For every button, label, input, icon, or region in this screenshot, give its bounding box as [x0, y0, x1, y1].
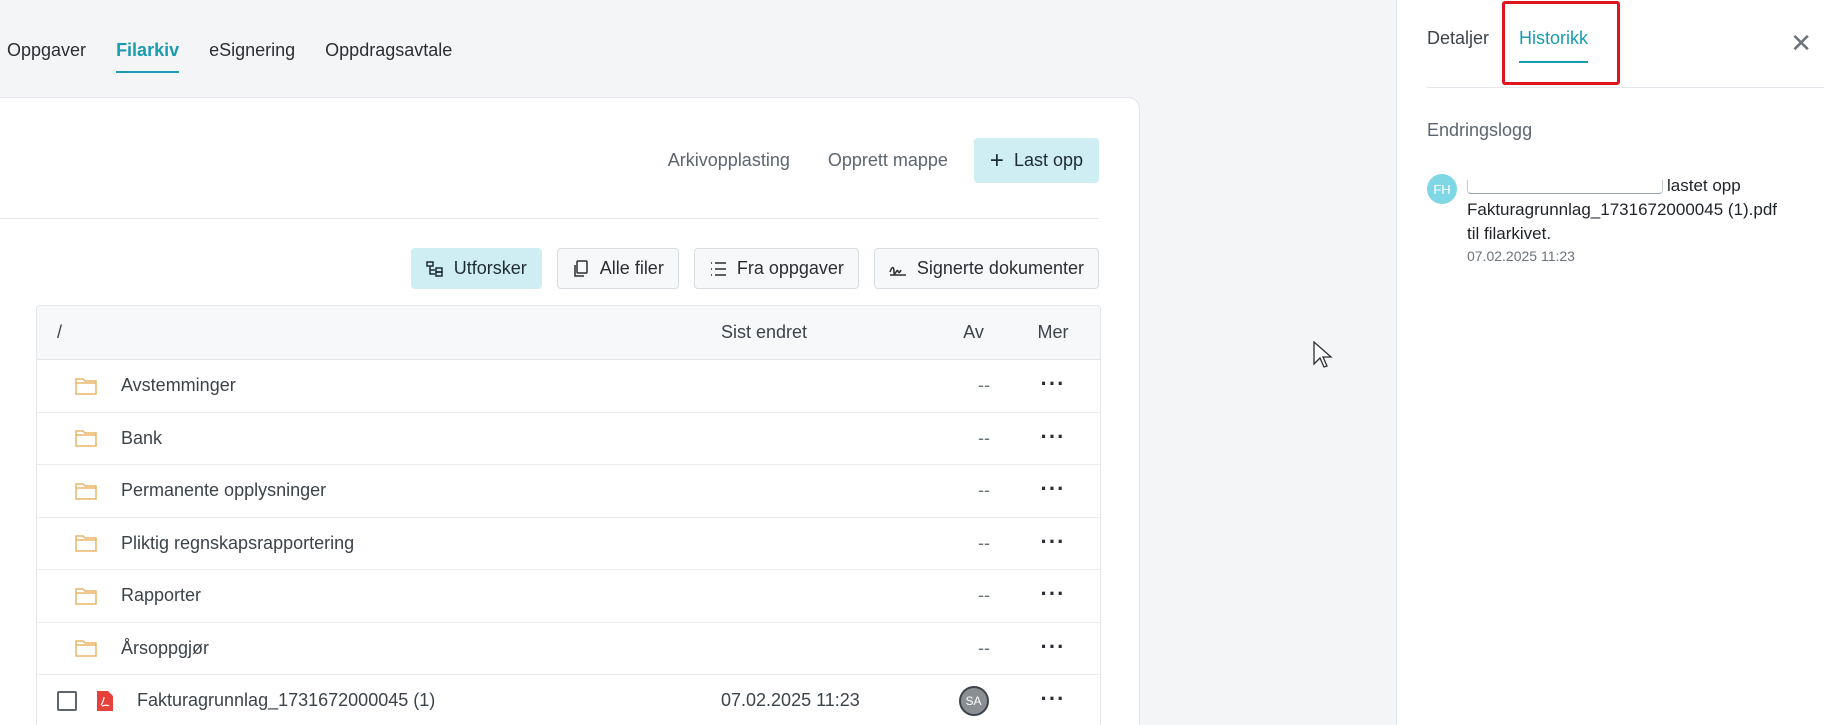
- explorer-icon: [426, 260, 443, 277]
- more-options-icon[interactable]: ···: [1041, 581, 1066, 606]
- folder-name[interactable]: Avstemminger: [121, 375, 236, 396]
- from-tasks-view-button[interactable]: Fra oppgaver: [693, 248, 859, 289]
- folder-icon: [75, 378, 97, 395]
- divider: [0, 218, 1099, 219]
- folder-owner: --: [978, 637, 990, 658]
- tab-oppdragsavtale[interactable]: Oppdragsavtale: [325, 40, 452, 73]
- folder-icon: [75, 430, 97, 447]
- modified-header[interactable]: Sist endret: [721, 322, 941, 343]
- copy-files-icon: [574, 259, 588, 277]
- list-icon: [710, 261, 726, 276]
- folder-owner: --: [978, 375, 990, 396]
- folder-owner: --: [978, 532, 990, 553]
- explorer-view-button[interactable]: Utforsker: [410, 248, 542, 289]
- create-folder-button[interactable]: Opprett mappe: [816, 138, 960, 183]
- changelog-filename[interactable]: Fakturagrunnlag_1731672000045 (1).pdf: [1467, 200, 1777, 219]
- more-options-icon[interactable]: ···: [1041, 686, 1066, 711]
- history-side-panel: Detaljer Historikk ✕ Endringslogg FH las…: [1396, 0, 1824, 725]
- table-row[interactable]: Bank -- ···: [37, 413, 1100, 465]
- folder-icon: [75, 483, 97, 500]
- tab-details[interactable]: Detaljer: [1427, 28, 1489, 63]
- signature-icon: [889, 266, 906, 276]
- more-options-icon[interactable]: ···: [1041, 529, 1066, 554]
- view-switcher: Utforsker Alle filer Fra oppgaver Signer…: [410, 248, 1099, 289]
- all-files-view-button[interactable]: Alle filer: [556, 248, 679, 289]
- folder-owner: --: [978, 427, 990, 448]
- row-checkbox[interactable]: [57, 690, 77, 711]
- folder-name[interactable]: Bank: [121, 428, 162, 449]
- more-header: Mer: [1037, 322, 1069, 342]
- more-options-icon[interactable]: ···: [1041, 634, 1066, 659]
- tab-esignering[interactable]: eSignering: [209, 40, 295, 73]
- folder-name[interactable]: Årsoppgjør: [121, 638, 209, 659]
- changelog-suffix: til filarkivet.: [1467, 224, 1552, 243]
- avatar: FH: [1427, 174, 1457, 204]
- changelog-entry: FH lastet opp Fakturagrunnlag_1731672000…: [1427, 174, 1807, 264]
- table-row[interactable]: Rapporter -- ···: [37, 570, 1100, 623]
- from-tasks-view-label: Fra oppgaver: [736, 258, 844, 278]
- changelog-title: Endringslogg: [1427, 120, 1533, 140]
- file-table: / Sist endret Av Mer Avstemminger -- ···…: [36, 305, 1101, 725]
- more-options-icon[interactable]: ···: [1041, 371, 1066, 396]
- folder-name[interactable]: Rapporter: [121, 585, 201, 606]
- archive-upload-button[interactable]: Arkivopplasting: [656, 138, 802, 183]
- more-options-icon[interactable]: ···: [1041, 476, 1066, 501]
- divider: [1427, 87, 1824, 88]
- changelog-timestamp: 07.02.2025 11:23: [1467, 248, 1575, 264]
- pdf-file-icon: [97, 690, 113, 711]
- upload-button-label: Last opp: [1013, 150, 1083, 170]
- by-header: Av: [963, 322, 984, 342]
- tab-filarkiv[interactable]: Filarkiv: [116, 40, 180, 73]
- table-row[interactable]: Pliktig regnskapsrapportering -- ···: [37, 518, 1100, 570]
- more-options-icon[interactable]: ···: [1041, 424, 1066, 449]
- explorer-view-label: Utforsker: [453, 258, 527, 278]
- table-row[interactable]: Årsoppgjør -- ···: [37, 623, 1100, 675]
- close-icon[interactable]: ✕: [1790, 28, 1812, 59]
- signed-documents-view-button[interactable]: Signerte dokumenter: [873, 248, 1099, 289]
- avatar: SA: [958, 685, 989, 716]
- action-toolbar: Arkivopplasting Opprett mappe + Last opp: [656, 138, 1099, 183]
- folder-name[interactable]: Pliktig regnskapsrapportering: [121, 533, 354, 554]
- changelog-text: lastet opp Fakturagrunnlag_1731672000045…: [1467, 174, 1807, 246]
- highlight-annotation: [1502, 1, 1620, 85]
- table-row[interactable]: Permanente opplysninger -- ···: [37, 465, 1100, 518]
- table-header: / Sist endret Av Mer: [37, 306, 1100, 360]
- folder-icon: [75, 588, 97, 605]
- all-files-view-label: Alle filer: [599, 258, 664, 278]
- folder-icon: [75, 640, 97, 657]
- signed-documents-view-label: Signerte dokumenter: [916, 258, 1084, 278]
- file-modified: 07.02.2025 11:23: [721, 690, 860, 711]
- redacted-user-name: [1467, 179, 1663, 194]
- table-row[interactable]: Fakturagrunnlag_1731672000045 (1) 07.02.…: [37, 675, 1100, 725]
- file-archive-card: Arkivopplasting Opprett mappe + Last opp…: [0, 97, 1140, 725]
- folder-owner: --: [978, 480, 990, 501]
- folder-icon: [75, 535, 97, 552]
- changelog-action: lastet opp: [1667, 176, 1741, 195]
- folder-owner: --: [978, 585, 990, 606]
- upload-button[interactable]: + Last opp: [973, 138, 1099, 183]
- top-tab-bar: Oppgaver Filarkiv eSignering Oppdragsavt…: [7, 40, 452, 73]
- tab-oppgaver[interactable]: Oppgaver: [7, 40, 86, 73]
- file-name[interactable]: Fakturagrunnlag_1731672000045 (1): [137, 690, 435, 711]
- table-row[interactable]: Avstemminger -- ···: [37, 360, 1100, 413]
- folder-name[interactable]: Permanente opplysninger: [121, 480, 326, 501]
- path-header: /: [57, 322, 63, 342]
- plus-icon: +: [989, 146, 1004, 174]
- mouse-pointer-icon: [1313, 341, 1333, 368]
